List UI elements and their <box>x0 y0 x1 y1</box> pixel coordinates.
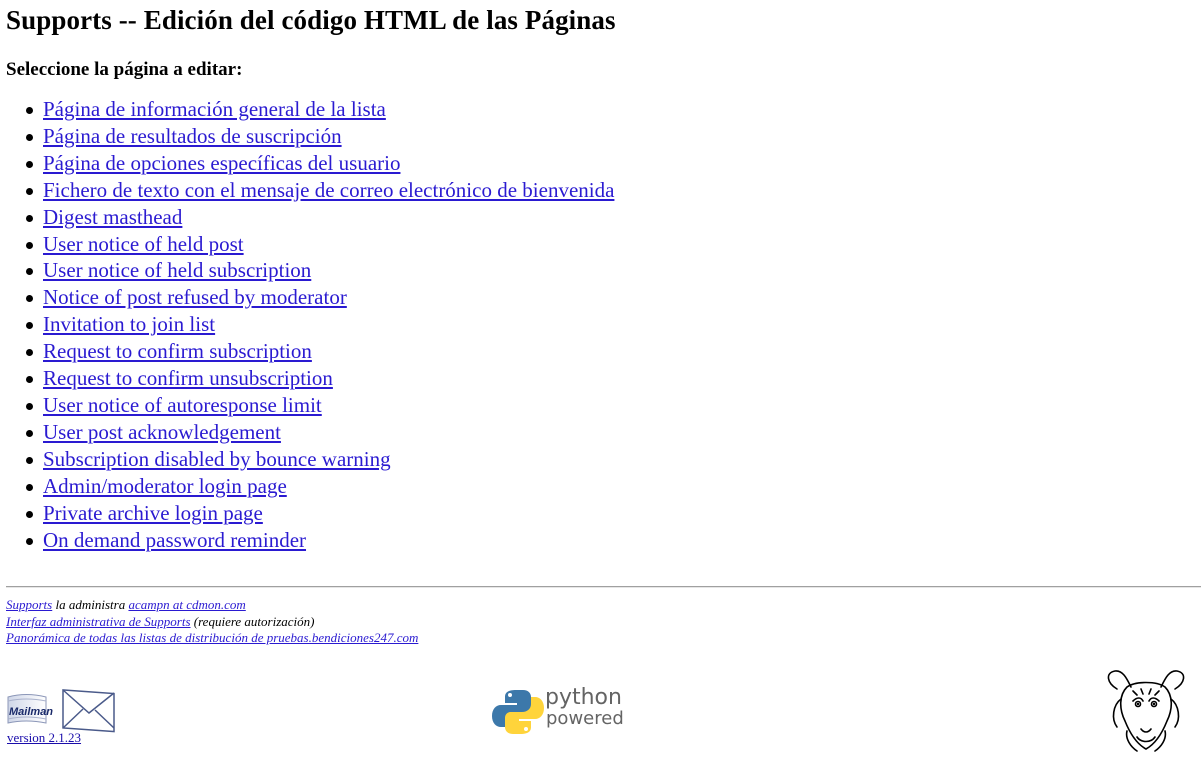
page-link-nomoretoday[interactable]: User notice of autoresponse limit <box>43 393 322 417</box>
page: Supports -- Edición del código HTML de l… <box>0 0 1201 763</box>
page-link-postheld[interactable]: User notice of held post <box>43 232 244 256</box>
list-item: Página de opciones específicas del usuar… <box>26 150 1201 177</box>
mailman-label: Mailman <box>9 706 53 718</box>
list-item: Subscription disabled by bounce warning <box>26 446 1201 473</box>
page-subtitle: Seleccione la página a editar: <box>6 59 243 80</box>
list-item: Digest masthead <box>26 204 1201 231</box>
page-link-masthead[interactable]: Digest masthead <box>43 205 182 229</box>
python-text-bottom: powered <box>546 708 624 729</box>
list-item: Invitation to join list <box>26 311 1201 338</box>
list-item: User notice of autoresponse limit <box>26 392 1201 419</box>
page-link-welcome[interactable]: Fichero de texto con el mensaje de corre… <box>43 178 614 202</box>
list-item: Fichero de texto con el mensaje de corre… <box>26 177 1201 204</box>
list-item: Notice of post refused by moderator <box>26 284 1201 311</box>
page-link-listinfo[interactable]: Página de información general de la list… <box>43 97 386 121</box>
page-link-unsub[interactable]: Request to confirm unsubscription <box>43 366 333 390</box>
page-link-userpass[interactable]: On demand password reminder <box>43 528 306 552</box>
footer-admin-line: Supports la administra acampn at cdmon.c… <box>6 597 418 614</box>
page-link-disabled[interactable]: Subscription disabled by bounce warning <box>43 447 391 471</box>
page-link-admlogin[interactable]: Admin/moderator login page <box>43 474 287 498</box>
page-link-verify[interactable]: Request to confirm subscription <box>43 339 312 363</box>
list-item: User notice of held post <box>26 231 1201 258</box>
admin-text: la administra <box>52 597 129 612</box>
list-item: User post acknowledgement <box>26 419 1201 446</box>
mailman-version-link[interactable]: version 2.1.23 <box>7 730 81 746</box>
list-item: Admin/moderator login page <box>26 473 1201 500</box>
list-item: Página de resultados de suscripción <box>26 123 1201 150</box>
footer-overview-line: Panorámica de todas las listas de distri… <box>6 630 418 647</box>
mailman-logo-icon: Mailman <box>7 689 115 733</box>
logo-bar: Mailman version 2.1.23 python powered <box>6 670 1195 760</box>
page-list: Página de información general de la list… <box>6 96 1201 553</box>
list-item: User notice of held subscription <box>26 257 1201 284</box>
list-item: Request to confirm subscription <box>26 338 1201 365</box>
admin-interface-link[interactable]: Interfaz administrativa de Supports <box>6 614 191 629</box>
page-link-subauth[interactable]: User notice of held subscription <box>43 258 311 282</box>
footer-links: Supports la administra acampn at cdmon.c… <box>6 597 418 647</box>
list-item: Página de información general de la list… <box>26 96 1201 123</box>
footer-admin-interface-line: Interfaz administrativa de Supports (req… <box>6 614 418 631</box>
overview-link[interactable]: Panorámica de todas las listas de distri… <box>6 630 418 645</box>
admin-email-link[interactable]: acampn at cdmon.com <box>128 597 245 612</box>
page-title: Supports -- Edición del código HTML de l… <box>6 5 616 35</box>
page-link-subscribe[interactable]: Página de resultados de suscripción <box>43 124 342 148</box>
page-link-options[interactable]: Página de opciones específicas del usuar… <box>43 151 400 175</box>
page-link-postack[interactable]: User post acknowledgement <box>43 420 281 444</box>
page-link-refuse[interactable]: Notice of post refused by moderator <box>43 285 347 309</box>
list-item: Request to confirm unsubscription <box>26 365 1201 392</box>
list-item: Private archive login page <box>26 500 1201 527</box>
python-powered-text: python powered <box>545 686 624 729</box>
python-text-top: python <box>545 685 622 710</box>
page-link-private[interactable]: Private archive login page <box>43 501 263 525</box>
list-item: On demand password reminder <box>26 527 1201 554</box>
footer-divider <box>6 586 1201 588</box>
gnu-head-icon <box>1107 670 1185 752</box>
list-name-link[interactable]: Supports <box>6 597 52 612</box>
admin-interface-note: (requiere autorización) <box>190 613 315 629</box>
page-link-invite[interactable]: Invitation to join list <box>43 312 215 336</box>
